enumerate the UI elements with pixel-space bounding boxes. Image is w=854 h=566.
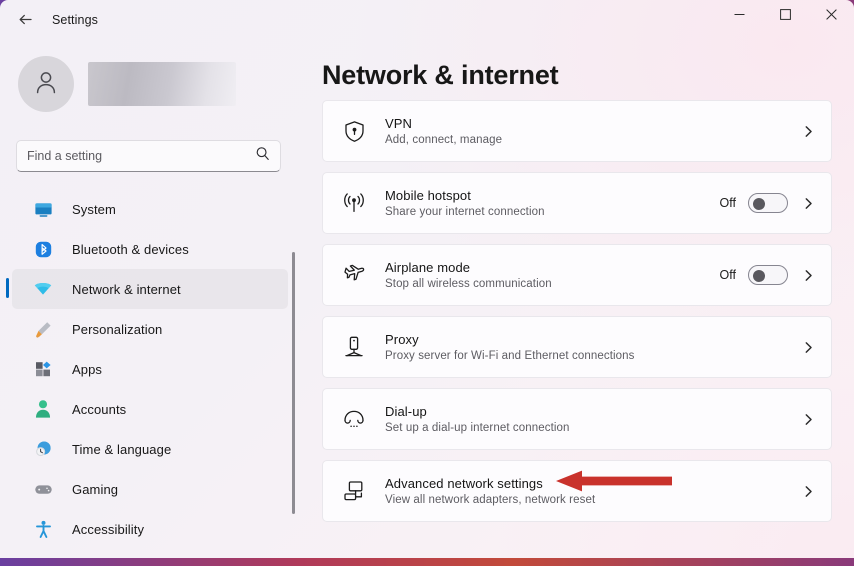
- username-redacted: [88, 62, 236, 106]
- minimize-button[interactable]: [716, 0, 762, 32]
- settings-window: Settings Find a setting System Bluetooth…: [0, 0, 854, 558]
- chevron-right-icon[interactable]: [802, 197, 815, 210]
- search-icon[interactable]: [255, 146, 270, 166]
- person-avatar-icon: [31, 67, 61, 102]
- accessibility-icon: [32, 518, 54, 540]
- sidebar-item-label: Apps: [72, 361, 103, 377]
- wifi-icon: [32, 278, 54, 300]
- card-title: Mobile hotspot: [385, 188, 471, 203]
- card-title: VPN: [385, 116, 413, 131]
- globe-clock-icon: [32, 438, 54, 460]
- sidebar-item-bluetooth-devices[interactable]: Bluetooth & devices: [12, 229, 288, 269]
- sidebar-scrollbar[interactable]: [292, 252, 295, 514]
- maximize-button[interactable]: [762, 0, 808, 32]
- chevron-right-icon[interactable]: [802, 125, 815, 138]
- phone-handset-icon: [339, 404, 369, 434]
- shield-lock-icon: [339, 116, 369, 146]
- close-icon: [825, 7, 837, 25]
- settings-card-proxy[interactable]: Proxy Proxy server for Wi-Fi and Etherne…: [322, 316, 832, 378]
- card-subtitle: View all network adapters, network reset: [385, 494, 596, 506]
- avatar: [18, 56, 74, 112]
- sidebar-item-accounts[interactable]: Accounts: [12, 389, 288, 429]
- toggle-knob: [753, 198, 765, 210]
- settings-card-mobile-hotspot[interactable]: Mobile hotspot Share your internet conne…: [322, 172, 832, 234]
- card-controls: Off: [720, 265, 788, 285]
- card-subtitle: Stop all wireless communication: [385, 278, 552, 290]
- card-title: Proxy: [385, 332, 419, 347]
- sidebar-item-time-language[interactable]: Time & language: [12, 429, 288, 469]
- person-icon: [35, 400, 51, 418]
- airplane-icon: [339, 260, 369, 290]
- card-text: Proxy Proxy server for Wi-Fi and Etherne…: [385, 332, 802, 362]
- toggle-state-label: Off: [719, 196, 736, 210]
- settings-card-advanced-network-settings[interactable]: Advanced network settings View all netwo…: [322, 460, 832, 522]
- search-input[interactable]: [27, 149, 255, 163]
- toggle-knob: [753, 270, 765, 282]
- sidebar-item-system[interactable]: System: [12, 189, 288, 229]
- card-controls: Off: [720, 193, 788, 213]
- settings-card-airplane-mode[interactable]: Airplane mode Stop all wireless communic…: [322, 244, 832, 306]
- card-text: Advanced network settings View all netwo…: [385, 476, 802, 506]
- sidebar-item-label: Personalization: [72, 321, 163, 337]
- sidebar-item-label: Time & language: [72, 441, 172, 457]
- sidebar-item-label: Accounts: [72, 401, 127, 417]
- page-title: Network & internet: [322, 60, 559, 90]
- card-text: VPN Add, connect, manage: [385, 116, 802, 146]
- sidebar-item-label: Gaming: [72, 481, 119, 497]
- monitor-icon: [32, 198, 54, 220]
- airplane-mode-toggle[interactable]: [748, 265, 788, 285]
- chevron-right-icon[interactable]: [802, 269, 815, 282]
- card-text: Airplane mode Stop all wireless communic…: [385, 260, 720, 290]
- chevron-right-icon[interactable]: [802, 413, 815, 426]
- card-subtitle: Share your internet connection: [385, 206, 545, 218]
- bluetooth-icon: [32, 238, 54, 260]
- card-text: Mobile hotspot Share your internet conne…: [385, 188, 720, 218]
- back-button[interactable]: [8, 6, 42, 38]
- sidebar-nav: System Bluetooth & devices Network & int…: [0, 189, 300, 549]
- settings-card-dial-up[interactable]: Dial-up Set up a dial-up internet connec…: [322, 388, 832, 450]
- card-text: Dial-up Set up a dial-up internet connec…: [385, 404, 802, 434]
- sidebar-item-label: Accessibility: [72, 521, 145, 537]
- card-title: Dial-up: [385, 404, 427, 419]
- main-content: Network & internet VPN Add, connect, man…: [300, 44, 854, 558]
- minimize-icon: [734, 7, 745, 25]
- sidebar-item-label: Network & internet: [72, 281, 181, 297]
- card-subtitle: Add, connect, manage: [385, 134, 503, 146]
- settings-card-list: VPN Add, connect, manage Mobile hotspot …: [322, 100, 832, 532]
- settings-card-vpn[interactable]: VPN Add, connect, manage: [322, 100, 832, 162]
- close-button[interactable]: [808, 0, 854, 32]
- apps-blocks-icon: [32, 358, 54, 380]
- card-title: Advanced network settings: [385, 476, 543, 491]
- search-box[interactable]: [16, 140, 281, 172]
- card-title: Airplane mode: [385, 260, 471, 275]
- card-subtitle: Proxy server for Wi-Fi and Ethernet conn…: [385, 350, 635, 362]
- chevron-right-icon[interactable]: [802, 485, 815, 498]
- paintbrush-icon: [32, 318, 54, 340]
- network-workstation-icon: [339, 476, 369, 506]
- toggle-state-label: Off: [719, 268, 736, 282]
- title-bar: Settings: [0, 0, 854, 44]
- sidebar-item-personalization[interactable]: Personalization: [12, 309, 288, 349]
- sidebar-item-network-internet[interactable]: Network & internet: [6, 269, 288, 309]
- app-title: Settings: [52, 13, 98, 27]
- maximize-icon: [779, 7, 791, 25]
- sidebar-item-apps[interactable]: Apps: [12, 349, 288, 389]
- user-profile[interactable]: [18, 56, 236, 112]
- arrow-left-icon: [17, 11, 34, 33]
- card-subtitle: Set up a dial-up internet connection: [385, 422, 570, 434]
- chevron-right-icon[interactable]: [802, 341, 815, 354]
- sidebar-item-label: Bluetooth & devices: [72, 241, 189, 257]
- mobile-hotspot-toggle[interactable]: [748, 193, 788, 213]
- sidebar-item-accessibility[interactable]: Accessibility: [12, 509, 288, 549]
- gamepad-icon: [32, 478, 54, 500]
- sidebar: System Bluetooth & devices: [0, 44, 300, 558]
- hotspot-broadcast-icon: [339, 188, 369, 218]
- proxy-server-icon: [339, 332, 369, 362]
- sidebar-item-label: System: [72, 201, 116, 217]
- sidebar-item-gaming[interactable]: Gaming: [12, 469, 288, 509]
